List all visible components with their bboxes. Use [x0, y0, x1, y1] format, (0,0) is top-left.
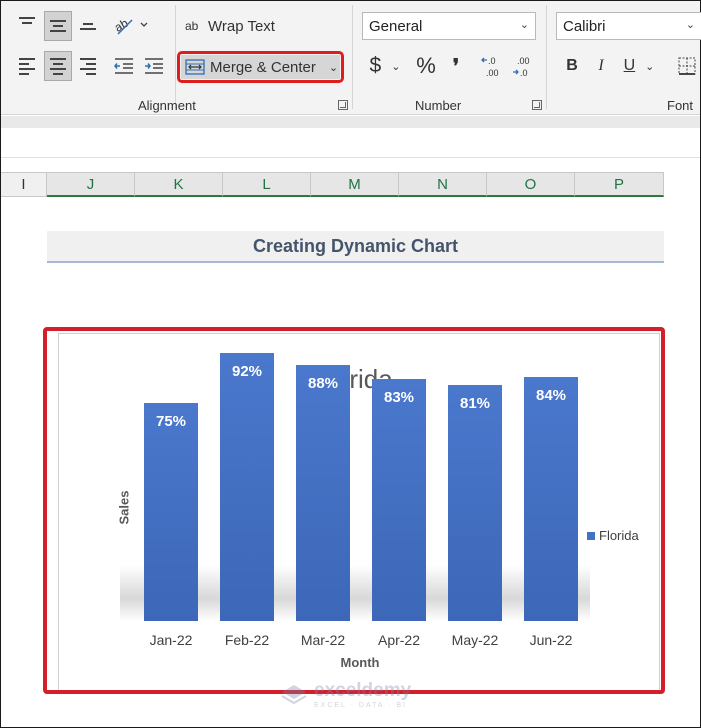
- italic-icon: I: [598, 57, 604, 74]
- watermark-sub: EXCEL · DATA · BI: [314, 702, 407, 709]
- font-name-value: Calibri: [563, 17, 606, 35]
- percent-style-button[interactable]: %: [413, 53, 439, 79]
- ribbon: ab ab Wrap Text Merge & Center ⌄ Alignme…: [1, 1, 701, 115]
- number-format-dropdown[interactable]: General ⌄: [362, 12, 536, 40]
- decrease-decimal-icon: .00 .0: [513, 56, 530, 78]
- number-format-value: General: [369, 17, 423, 35]
- percent-icon: %: [416, 53, 436, 78]
- group-separator: [352, 5, 353, 109]
- accounting-format-button[interactable]: $ ⌄: [365, 53, 405, 79]
- number-dialog-launcher-icon[interactable]: [532, 100, 542, 110]
- bold-button[interactable]: B: [560, 53, 584, 79]
- chevron-down-icon: ⌄: [685, 19, 695, 31]
- align-left-button[interactable]: [15, 53, 41, 79]
- orientation-button[interactable]: ab: [111, 11, 153, 39]
- watermark-name: exceldemy: [314, 680, 412, 701]
- borders-button[interactable]: [675, 53, 699, 79]
- borders-icon: [678, 57, 696, 75]
- column-header-o[interactable]: O: [487, 173, 575, 197]
- font-name-dropdown[interactable]: Calibri ⌄: [556, 12, 701, 40]
- wrap-text-icon: ab: [185, 19, 199, 33]
- chevron-down-icon: ⌄: [519, 19, 529, 31]
- chevron-down-icon: ⌄: [645, 60, 655, 73]
- sheet-title-cell[interactable]: Creating Dynamic Chart: [47, 231, 664, 263]
- column-header-n[interactable]: N: [399, 173, 487, 197]
- column-header-k[interactable]: K: [135, 173, 223, 197]
- wrap-text-label: Wrap Text: [208, 17, 275, 35]
- top-align-button[interactable]: [15, 13, 41, 39]
- svg-text:.0: .0: [488, 56, 496, 66]
- separator: [175, 5, 176, 109]
- alignment-dialog-launcher-icon[interactable]: [338, 100, 348, 110]
- alignment-group-label: Alignment: [138, 98, 196, 113]
- chevron-down-icon: ⌄: [391, 60, 401, 73]
- increase-indent-button[interactable]: [141, 53, 167, 79]
- number-group-label: Number: [415, 98, 462, 113]
- column-header-m[interactable]: M: [311, 173, 399, 197]
- underline-button[interactable]: U ⌄: [618, 53, 660, 79]
- decrease-decimal-button[interactable]: .00 .0: [510, 53, 538, 81]
- align-right-button[interactable]: [75, 53, 101, 79]
- svg-text:ab: ab: [112, 16, 131, 35]
- comma-icon: ❜: [452, 55, 460, 78]
- increase-decimal-button[interactable]: .0 .00: [479, 53, 507, 81]
- align-center-button[interactable]: [44, 51, 72, 81]
- column-header-i[interactable]: I: [1, 173, 47, 197]
- chart-red-outline: [43, 327, 665, 694]
- column-header-j[interactable]: J: [47, 173, 135, 197]
- increase-decimal-icon: .0 .00: [481, 56, 499, 78]
- wrap-text-button[interactable]: ab Wrap Text: [185, 13, 275, 39]
- ribbon-shadow: [1, 116, 700, 128]
- svg-text:.00: .00: [517, 56, 530, 66]
- italic-button[interactable]: I: [589, 53, 613, 79]
- merge-center-red-outline: [177, 51, 344, 83]
- comma-style-button[interactable]: ❜: [444, 53, 468, 79]
- orientation-icon: ab: [112, 16, 148, 35]
- watermark: exceldemy EXCEL · DATA · BI: [280, 680, 411, 709]
- middle-align-button[interactable]: [44, 11, 72, 41]
- column-header-l[interactable]: L: [223, 173, 311, 197]
- group-separator: [546, 5, 547, 109]
- column-header-p[interactable]: P: [575, 173, 664, 197]
- decrease-indent-icon: [114, 58, 133, 74]
- bold-icon: B: [566, 57, 578, 74]
- exceldemy-logo-icon: [281, 684, 307, 704]
- increase-indent-icon: [145, 58, 163, 74]
- decrease-indent-button[interactable]: [111, 53, 137, 79]
- svg-text:.0: .0: [520, 68, 528, 78]
- bottom-align-button[interactable]: [75, 13, 101, 39]
- underline-icon: U: [623, 57, 636, 74]
- svg-text:.00: .00: [486, 68, 499, 78]
- dollar-icon: $: [369, 54, 382, 77]
- font-group-label: Font: [667, 98, 694, 113]
